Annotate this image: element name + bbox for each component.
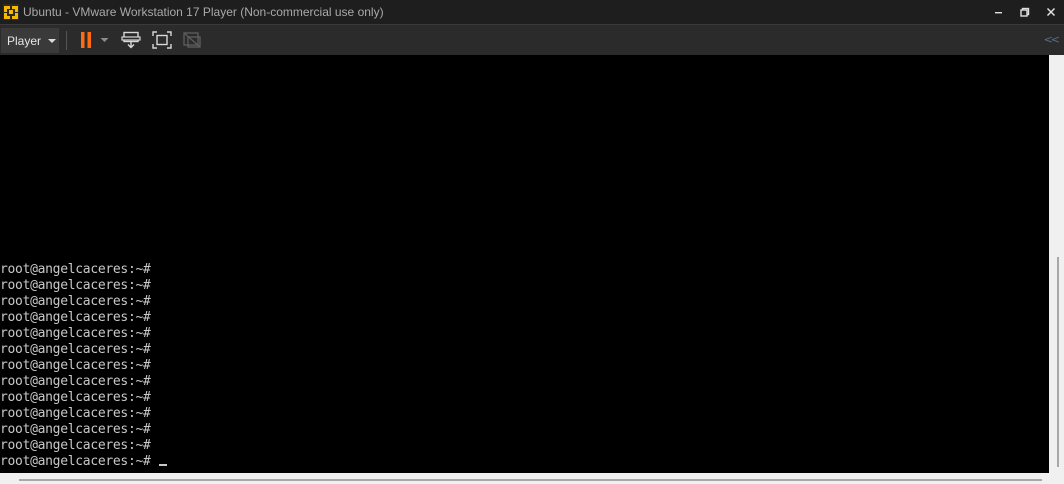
terminal-line: root@angelcaceres:~# [0,294,167,310]
terminal-prompt: root@angelcaceres:~# [0,342,151,357]
pause-dropdown-button[interactable] [97,30,111,50]
terminal-prompt: root@angelcaceres:~# [0,422,151,437]
terminal-line: root@angelcaceres:~# [0,278,167,294]
pause-button[interactable] [75,30,97,50]
terminal-prompt: root@angelcaceres:~# [0,294,151,309]
send-ctrl-alt-del-button[interactable] [120,30,142,50]
unity-button[interactable] [181,30,203,50]
window-title: Ubuntu - VMware Workstation 17 Player (N… [23,5,384,19]
terminal-prompt: root@angelcaceres:~# [0,262,151,277]
terminal-prompt: root@angelcaceres:~# [0,454,151,469]
terminal-prompt: root@angelcaceres:~# [0,278,151,293]
vertical-scrollbar[interactable] [1049,55,1064,473]
pause-dropdown-icon [100,38,108,42]
text-cursor [158,464,167,466]
terminal-line: root@angelcaceres:~# [0,390,167,406]
terminal-output: root@angelcaceres:~# root@angelcaceres:~#… [0,262,167,470]
terminal-line: root@angelcaceres:~# [0,454,167,470]
send-ctrl-alt-del-icon [121,31,141,49]
restore-button[interactable] [1012,0,1038,24]
minimize-icon [995,12,1002,14]
terminal-prompt: root@angelcaceres:~# [0,390,151,405]
terminal-line: root@angelcaceres:~# [0,438,167,454]
terminal-prompt: root@angelcaceres:~# [0,326,151,341]
vertical-scroll-thumb[interactable] [1057,257,1059,467]
full-screen-icon [152,31,172,49]
terminal-line: root@angelcaceres:~# [0,342,167,358]
horizontal-scroll-thumb[interactable] [19,479,1042,481]
terminal-line: root@angelcaceres:~# [0,374,167,390]
vmware-icon [3,4,19,20]
close-button[interactable] [1038,0,1064,24]
terminal-prompt: root@angelcaceres:~# [0,406,151,421]
player-menu-button[interactable]: Player [1,28,59,53]
terminal-prompt: root@angelcaceres:~# [0,438,151,453]
terminal-line: root@angelcaceres:~# [0,406,167,422]
unity-icon [183,32,201,48]
terminal-line: root@angelcaceres:~# [0,310,167,326]
collapse-toolbar-icon[interactable]: << [1044,33,1061,46]
minimize-button[interactable] [986,0,1012,24]
terminal-prompt: root@angelcaceres:~# [0,310,151,325]
window-controls [986,0,1064,24]
horizontal-scrollbar[interactable] [0,473,1064,484]
chevron-down-icon [48,38,57,43]
vm-console-screen[interactable]: root@angelcaceres:~# root@angelcaceres:~#… [0,55,1049,473]
terminal-prompt: root@angelcaceres:~# [0,374,151,389]
title-bar[interactable]: Ubuntu - VMware Workstation 17 Player (N… [0,0,1064,24]
terminal-line: root@angelcaceres:~# [0,358,167,374]
terminal-line: root@angelcaceres:~# [0,422,167,438]
player-menu-label: Player [7,33,42,48]
toolbar-separator [66,31,67,50]
restore-icon [1020,7,1030,17]
full-screen-button[interactable] [151,30,173,50]
vmware-player-window: Ubuntu - VMware Workstation 17 Player (N… [0,0,1064,484]
terminal-prompt: root@angelcaceres:~# [0,358,151,373]
toolbar: Player << [0,24,1064,55]
terminal-line: root@angelcaceres:~# [0,326,167,342]
close-icon [1046,7,1056,17]
terminal-line: root@angelcaceres:~# [0,262,167,278]
pause-icon [81,32,91,48]
